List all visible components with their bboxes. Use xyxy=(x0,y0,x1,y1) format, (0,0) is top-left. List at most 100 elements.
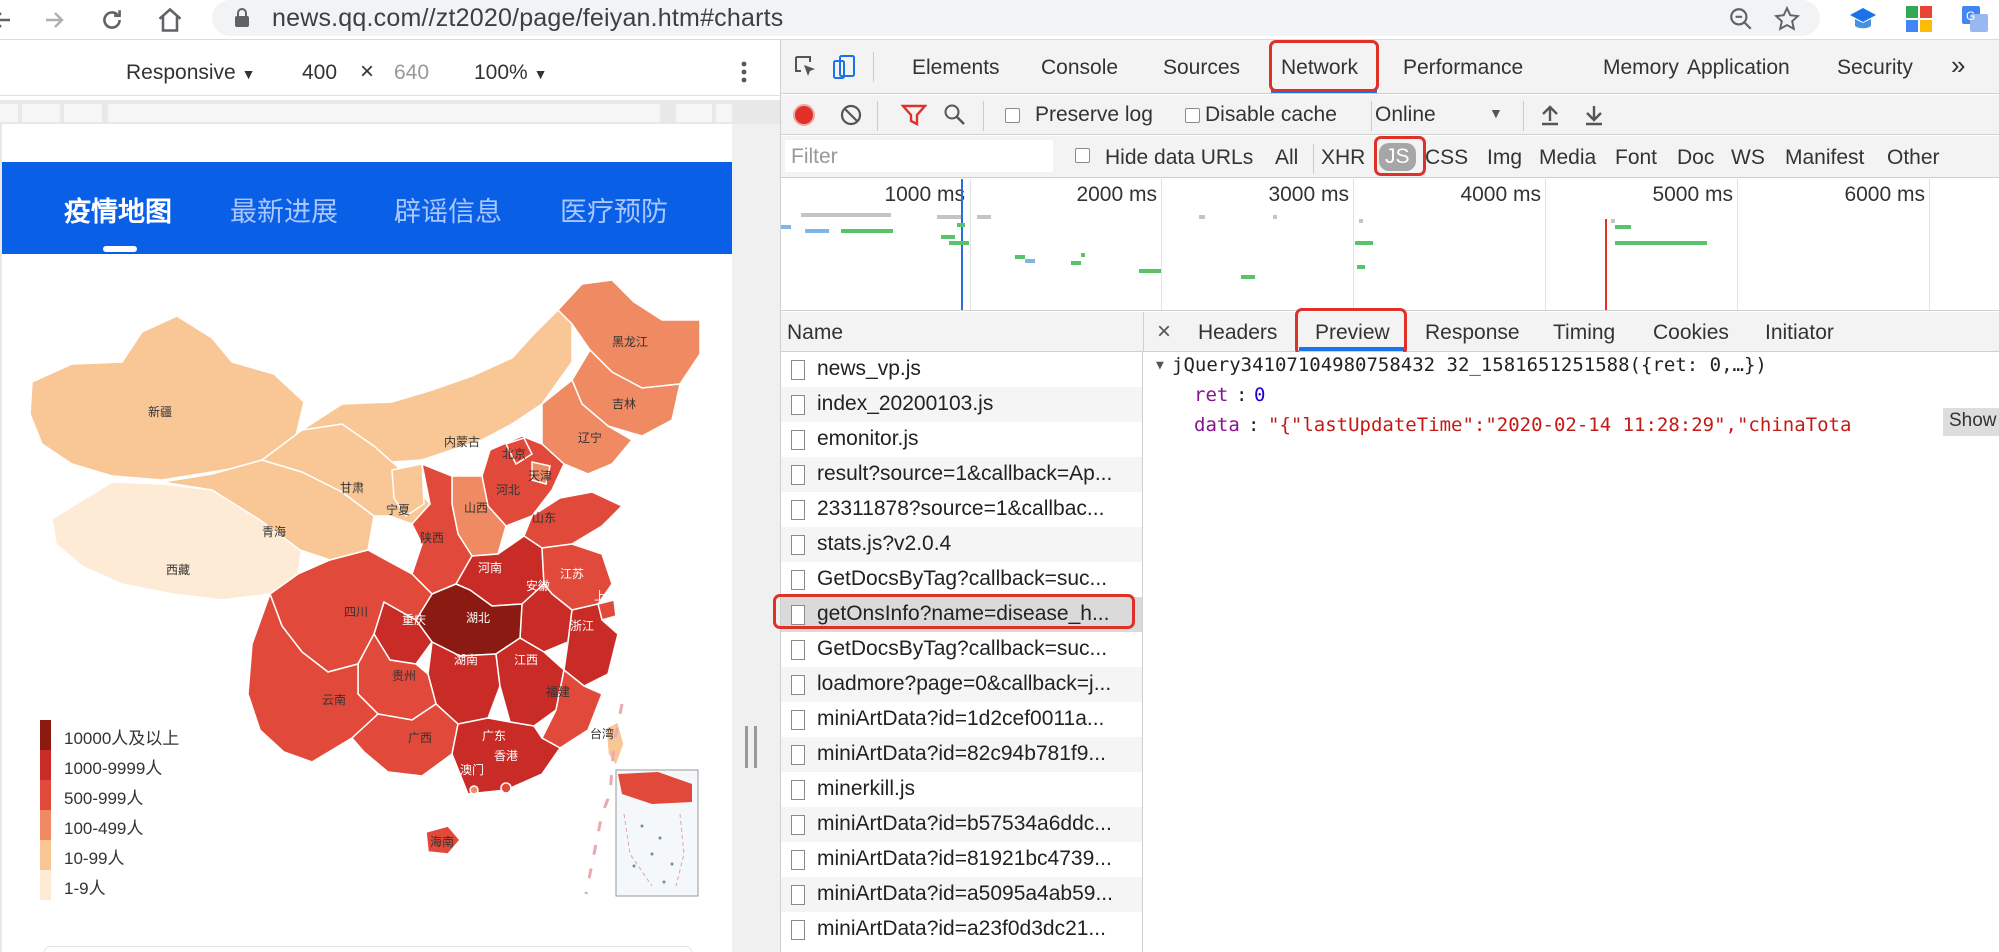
filter-type-css[interactable]: CSS xyxy=(1425,146,1468,170)
filter-type-xhr[interactable]: XHR xyxy=(1321,146,1365,170)
request-name[interactable]: emonitor.js xyxy=(817,427,1135,451)
reload-icon[interactable] xyxy=(96,4,128,36)
tab-application[interactable]: Application xyxy=(1687,56,1790,80)
media-query-ruler[interactable] xyxy=(0,100,780,124)
ruler-segment[interactable] xyxy=(64,104,102,122)
chevron-down-icon[interactable]: ▼ xyxy=(1489,105,1503,121)
ruler-segment[interactable] xyxy=(22,104,60,122)
search-icon[interactable] xyxy=(943,103,967,133)
tab-sources[interactable]: Sources xyxy=(1163,56,1240,80)
request-row[interactable]: miniArtData?id=a23f0d3dc21... xyxy=(781,912,1142,947)
request-row[interactable]: GetDocsByTag?callback=suc... xyxy=(781,562,1142,597)
request-row[interactable]: emonitor.js xyxy=(781,422,1142,457)
filter-type-doc[interactable]: Doc xyxy=(1677,146,1714,170)
request-name[interactable]: miniArtData?id=81921bc4739... xyxy=(817,847,1135,871)
throttling-select[interactable]: Online xyxy=(1375,103,1436,127)
export-har-icon[interactable] xyxy=(1583,103,1605,133)
clear-icon[interactable] xyxy=(839,103,863,133)
filter-type-media[interactable]: Media xyxy=(1539,146,1596,170)
device-label[interactable]: Responsive xyxy=(126,61,236,84)
extension-translate-icon[interactable]: G xyxy=(1960,4,1990,34)
tab-epidemic-map[interactable]: 疫情地图 xyxy=(64,190,172,229)
ruler-segment[interactable] xyxy=(108,104,660,122)
hide-data-urls-checkbox[interactable] xyxy=(1075,148,1090,163)
filter-type-img[interactable]: Img xyxy=(1487,146,1522,170)
record-icon[interactable] xyxy=(793,104,815,126)
filter-type-font[interactable]: Font xyxy=(1615,146,1657,170)
address-bar[interactable]: news.qq.com//zt2020/page/feiyan.htm#char… xyxy=(212,0,1820,36)
ruler-segment[interactable] xyxy=(676,104,712,122)
bookmark-star-icon[interactable] xyxy=(1772,4,1802,34)
filter-input[interactable]: Filter xyxy=(785,140,1053,172)
filter-type-other[interactable]: Other xyxy=(1887,146,1940,170)
viewport-height-input[interactable]: 640 xyxy=(394,61,429,85)
request-name[interactable]: miniArtData?id=a5095a4ab59... xyxy=(817,882,1135,906)
show-more-button[interactable]: Show xyxy=(1943,408,1999,436)
request-name[interactable]: miniArtData?id=82c94b781f9... xyxy=(817,742,1135,766)
device-toggle-icon[interactable] xyxy=(831,54,857,85)
viewport-resize-gutter[interactable] xyxy=(732,124,780,952)
preserve-log-checkbox[interactable] xyxy=(1005,108,1020,123)
request-row[interactable]: GetDocsByTag?callback=suc... xyxy=(781,632,1142,667)
request-name[interactable]: stats.js?v2.0.4 xyxy=(817,532,1135,556)
tab-memory[interactable]: Memory xyxy=(1603,56,1679,80)
filter-icon[interactable] xyxy=(900,103,928,133)
url-text[interactable]: news.qq.com//zt2020/page/feiyan.htm#char… xyxy=(272,4,783,33)
detail-tab-response[interactable]: Response xyxy=(1425,321,1520,345)
detail-tab-timing[interactable]: Timing xyxy=(1553,321,1615,345)
request-name[interactable]: index_20200103.js xyxy=(817,392,1135,416)
tab-elements[interactable]: Elements xyxy=(912,56,1000,80)
detail-tab-headers[interactable]: Headers xyxy=(1198,321,1277,345)
detail-tab-cookies[interactable]: Cookies xyxy=(1653,321,1729,345)
request-row[interactable]: 23311878?source=1&callbac... xyxy=(781,492,1142,527)
request-row[interactable]: miniArtData?id=81921bc4739... xyxy=(781,842,1142,877)
request-row[interactable]: minerkill.js xyxy=(781,772,1142,807)
zoom-label[interactable]: 100% xyxy=(474,61,528,84)
detail-tab-initiator[interactable]: Initiator xyxy=(1765,321,1834,345)
request-row[interactable]: miniArtData?id=b57534a6ddc... xyxy=(781,807,1142,842)
request-name[interactable]: miniArtData?id=1d2cef0011a... xyxy=(817,707,1135,731)
more-tabs-button[interactable]: » xyxy=(1951,50,1965,81)
request-row[interactable]: index_20200103.js xyxy=(781,387,1142,422)
resize-handle-icon[interactable] xyxy=(745,726,757,768)
request-name[interactable]: loadmore?page=0&callback=j... xyxy=(817,672,1135,696)
extension-cap-icon[interactable] xyxy=(1848,4,1878,34)
request-name[interactable]: news_vp.js xyxy=(817,357,1135,381)
request-row[interactable]: loadmore?page=0&callback=j... xyxy=(781,667,1142,702)
lock-icon[interactable] xyxy=(234,8,250,33)
home-icon[interactable] xyxy=(154,4,186,36)
hide-data-urls-label[interactable]: Hide data URLs xyxy=(1105,146,1253,170)
request-row[interactable]: miniArtData?id=82c94b781f9... xyxy=(781,737,1142,772)
preview-root[interactable]: jQuery34107104980758432 32_1581651251588… xyxy=(1172,354,1767,376)
tab-rumor-refute[interactable]: 辟谣信息 xyxy=(394,190,502,229)
tab-security[interactable]: Security xyxy=(1837,56,1913,80)
network-overview-timeline[interactable]: 1000 ms 2000 ms 3000 ms 4000 ms 5000 ms … xyxy=(781,179,1999,311)
inspect-element-icon[interactable] xyxy=(793,54,819,85)
filter-type-manifest[interactable]: Manifest xyxy=(1785,146,1864,170)
tab-latest-progress[interactable]: 最新进展 xyxy=(230,190,338,229)
close-details-icon[interactable]: × xyxy=(1157,318,1171,346)
name-column-header[interactable]: Name xyxy=(787,321,843,345)
request-name[interactable]: result?source=1&callback=Ap... xyxy=(817,462,1135,486)
tab-console[interactable]: Console xyxy=(1041,56,1118,80)
disable-cache-checkbox[interactable] xyxy=(1185,108,1200,123)
ruler-segment[interactable] xyxy=(0,104,18,122)
disable-cache-label[interactable]: Disable cache xyxy=(1205,103,1337,127)
request-row[interactable]: miniArtData?id=a5095a4ab59... xyxy=(781,877,1142,912)
import-har-icon[interactable] xyxy=(1539,103,1561,133)
request-name[interactable]: GetDocsByTag?callback=suc... xyxy=(817,567,1135,591)
request-name[interactable]: miniArtData?id=b57534a6ddc... xyxy=(817,812,1135,836)
forward-icon[interactable] xyxy=(38,4,70,36)
zoom-icon[interactable] xyxy=(1726,4,1756,34)
device-select[interactable]: Responsive ▼ xyxy=(126,61,255,85)
tab-medical-prevention[interactable]: 医疗预防 xyxy=(560,190,668,229)
request-name[interactable]: GetDocsByTag?callback=suc... xyxy=(817,637,1135,661)
filter-type-all[interactable]: All xyxy=(1275,146,1298,170)
request-row[interactable]: result?source=1&callback=Ap... xyxy=(781,457,1142,492)
request-row[interactable]: news_vp.js xyxy=(781,352,1142,387)
extension-grid-icon[interactable] xyxy=(1904,4,1934,34)
request-row[interactable]: miniArtData?id=1d2cef0011a... xyxy=(781,702,1142,737)
request-name[interactable]: 23311878?source=1&callbac... xyxy=(817,497,1135,521)
request-name[interactable]: miniArtData?id=a23f0d3dc21... xyxy=(817,917,1135,941)
preserve-log-label[interactable]: Preserve log xyxy=(1035,103,1153,127)
